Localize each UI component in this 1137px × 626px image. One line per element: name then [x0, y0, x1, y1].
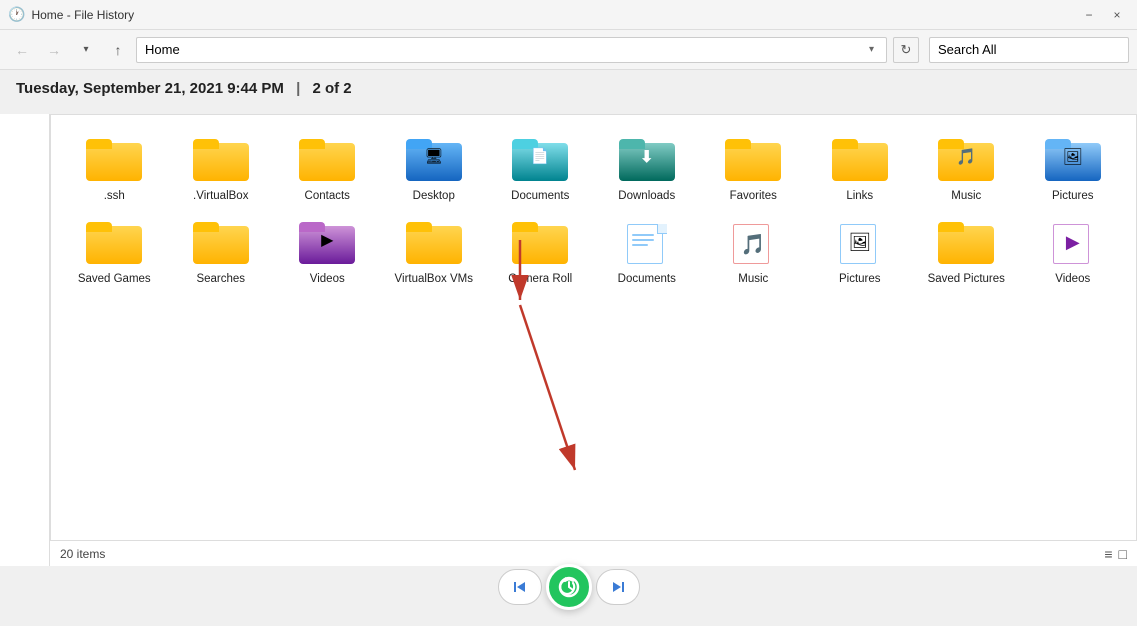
list-item[interactable]: Documents — [596, 214, 699, 293]
status-bar: 20 items ≡ □ — [50, 540, 1137, 566]
file-label: Pictures — [1052, 189, 1094, 204]
title-bar-icon: 🕐 — [8, 6, 25, 23]
list-item[interactable]: ▶ Videos — [1022, 214, 1125, 293]
tile-view-button[interactable]: □ — [1119, 546, 1127, 562]
folder-icon — [725, 137, 781, 185]
list-item[interactable]: Saved Pictures — [915, 214, 1018, 293]
list-item[interactable]: ⬇ Downloads — [596, 131, 699, 210]
file-label: VirtualBox VMs — [395, 272, 473, 287]
folder-icon — [832, 137, 888, 185]
file-label: Videos — [310, 272, 345, 287]
nav-pill-right — [596, 569, 640, 605]
list-item[interactable]: Camera Roll — [489, 214, 592, 293]
nav-bar: ← → ▾ ↑ ▾ ↻ — [0, 30, 1137, 70]
title-bar-controls: − × — [1077, 3, 1129, 27]
bottom-nav — [498, 564, 640, 610]
file-label: .ssh — [104, 189, 125, 204]
list-item[interactable]: 🖼 Pictures — [809, 214, 912, 293]
page-info: 2 of 2 — [312, 80, 351, 97]
address-bar[interactable]: ▾ — [136, 37, 887, 63]
folder-icon — [299, 137, 355, 185]
list-item[interactable]: 🎵 Music — [915, 131, 1018, 210]
list-item[interactable]: .VirtualBox — [170, 131, 273, 210]
list-view-button[interactable]: ≡ — [1104, 546, 1112, 562]
next-button[interactable] — [597, 569, 639, 605]
file-label: .VirtualBox — [193, 189, 248, 204]
minimize-button[interactable]: − — [1077, 3, 1101, 27]
list-item[interactable]: 🎵 Music — [702, 214, 805, 293]
list-item[interactable]: 📄 Documents — [489, 131, 592, 210]
file-label: Saved Pictures — [928, 272, 1005, 287]
list-item[interactable]: Favorites — [702, 131, 805, 210]
refresh-button[interactable]: ↻ — [893, 37, 919, 63]
separator: | — [296, 80, 300, 97]
folder-icon — [193, 220, 249, 268]
folder-icon — [512, 220, 568, 268]
file-label: Pictures — [839, 272, 881, 287]
nav-pill-left — [498, 569, 542, 605]
file-label: Favorites — [730, 189, 777, 204]
back-button[interactable]: ← — [8, 36, 36, 64]
list-item[interactable]: .ssh — [63, 131, 166, 210]
file-grid: .ssh .VirtualBox Contacts 🖥 — [51, 115, 1136, 309]
folder-icon — [86, 220, 142, 268]
list-item[interactable]: Contacts — [276, 131, 379, 210]
list-item[interactable]: 🖥 Desktop — [383, 131, 486, 210]
file-label: Contacts — [305, 189, 350, 204]
file-label: Documents — [618, 272, 676, 287]
file-label: Searches — [196, 272, 245, 287]
search-input[interactable] — [929, 37, 1129, 63]
date-text: Tuesday, September 21, 2021 9:44 PM — [16, 80, 284, 97]
app-window: 🕐 Home - File History − × ← → ▾ ↑ ▾ ↻ Tu… — [0, 0, 1137, 626]
list-item[interactable]: ▶ Videos — [276, 214, 379, 293]
list-item[interactable]: VirtualBox VMs — [383, 214, 486, 293]
date-header: Tuesday, September 21, 2021 9:44 PM | 2 … — [0, 70, 1137, 103]
file-label: Music — [738, 272, 768, 287]
sidebar — [0, 114, 50, 566]
file-label: Videos — [1055, 272, 1090, 287]
forward-button[interactable]: → — [40, 36, 68, 64]
view-controls: ≡ □ — [1104, 546, 1127, 562]
file-label: Links — [846, 189, 873, 204]
close-button[interactable]: × — [1105, 3, 1129, 27]
title-bar: 🕐 Home - File History − × — [0, 0, 1137, 30]
folder-icon — [193, 137, 249, 185]
folder-icon — [406, 220, 462, 268]
file-label: Camera Roll — [508, 272, 572, 287]
file-label: Downloads — [618, 189, 675, 204]
prev-button[interactable] — [499, 569, 541, 605]
address-input[interactable] — [145, 42, 865, 57]
folder-icon — [86, 137, 142, 185]
title-bar-title: Home - File History — [31, 8, 134, 22]
address-dropdown-button[interactable]: ▾ — [865, 44, 878, 55]
content-area: Tuesday, September 21, 2021 9:44 PM | 2 … — [0, 70, 1137, 626]
folder-icon — [938, 220, 994, 268]
item-count: 20 items — [60, 547, 105, 561]
recent-button[interactable]: ▾ — [72, 36, 100, 64]
file-area: .ssh .VirtualBox Contacts 🖥 — [50, 114, 1137, 566]
file-label: Music — [951, 189, 981, 204]
file-label: Desktop — [413, 189, 455, 204]
list-item[interactable]: Links — [809, 131, 912, 210]
list-item[interactable]: 🖼 Pictures — [1022, 131, 1125, 210]
up-button[interactable]: ↑ — [104, 36, 132, 64]
restore-button[interactable] — [546, 564, 592, 610]
file-label: Saved Games — [78, 272, 151, 287]
list-item[interactable]: Saved Games — [63, 214, 166, 293]
file-label: Documents — [511, 189, 569, 204]
list-item[interactable]: Searches — [170, 214, 273, 293]
